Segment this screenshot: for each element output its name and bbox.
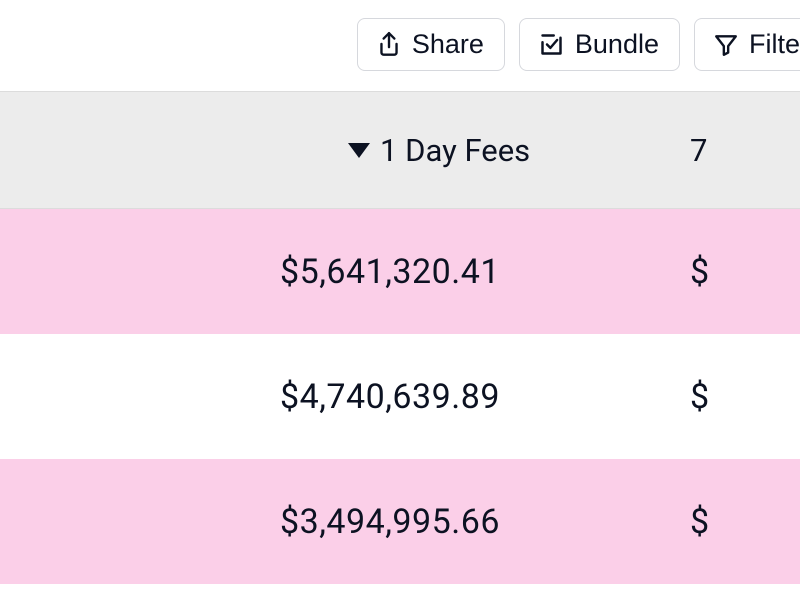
column-header-label: 1 Day Fees	[380, 132, 530, 169]
cell-next-col: $	[690, 377, 710, 417]
cell-one-day-fees: $5,641,320.41	[280, 252, 500, 292]
funnel-icon	[713, 32, 739, 58]
share-icon	[376, 31, 402, 59]
table-header-row: 1 Day Fees 7	[0, 91, 800, 209]
column-header-next-label: 7	[690, 132, 707, 169]
cell-next-col: $	[690, 252, 710, 292]
toolbar: Share Bundle Filte	[0, 0, 800, 91]
filter-button-label: Filte	[749, 29, 800, 60]
filter-button[interactable]: Filte	[694, 18, 800, 71]
cell-next-col: $	[690, 502, 710, 542]
table-row[interactable]: $4,740,639.89 $	[0, 334, 800, 459]
sort-desc-icon	[348, 143, 370, 158]
column-header-1-day-fees[interactable]: 1 Day Fees	[348, 132, 530, 169]
share-button[interactable]: Share	[357, 18, 505, 71]
bundle-button-label: Bundle	[575, 29, 659, 60]
bundle-icon	[538, 31, 565, 58]
bundle-button[interactable]: Bundle	[519, 18, 680, 71]
column-header-next[interactable]: 7	[690, 132, 707, 169]
cell-one-day-fees: $4,740,639.89	[280, 377, 500, 417]
table-row[interactable]: $3,494,995.66 $	[0, 459, 800, 584]
table-row[interactable]: $5,641,320.41 $	[0, 209, 800, 334]
share-button-label: Share	[412, 29, 484, 60]
cell-one-day-fees: $3,494,995.66	[280, 502, 500, 542]
